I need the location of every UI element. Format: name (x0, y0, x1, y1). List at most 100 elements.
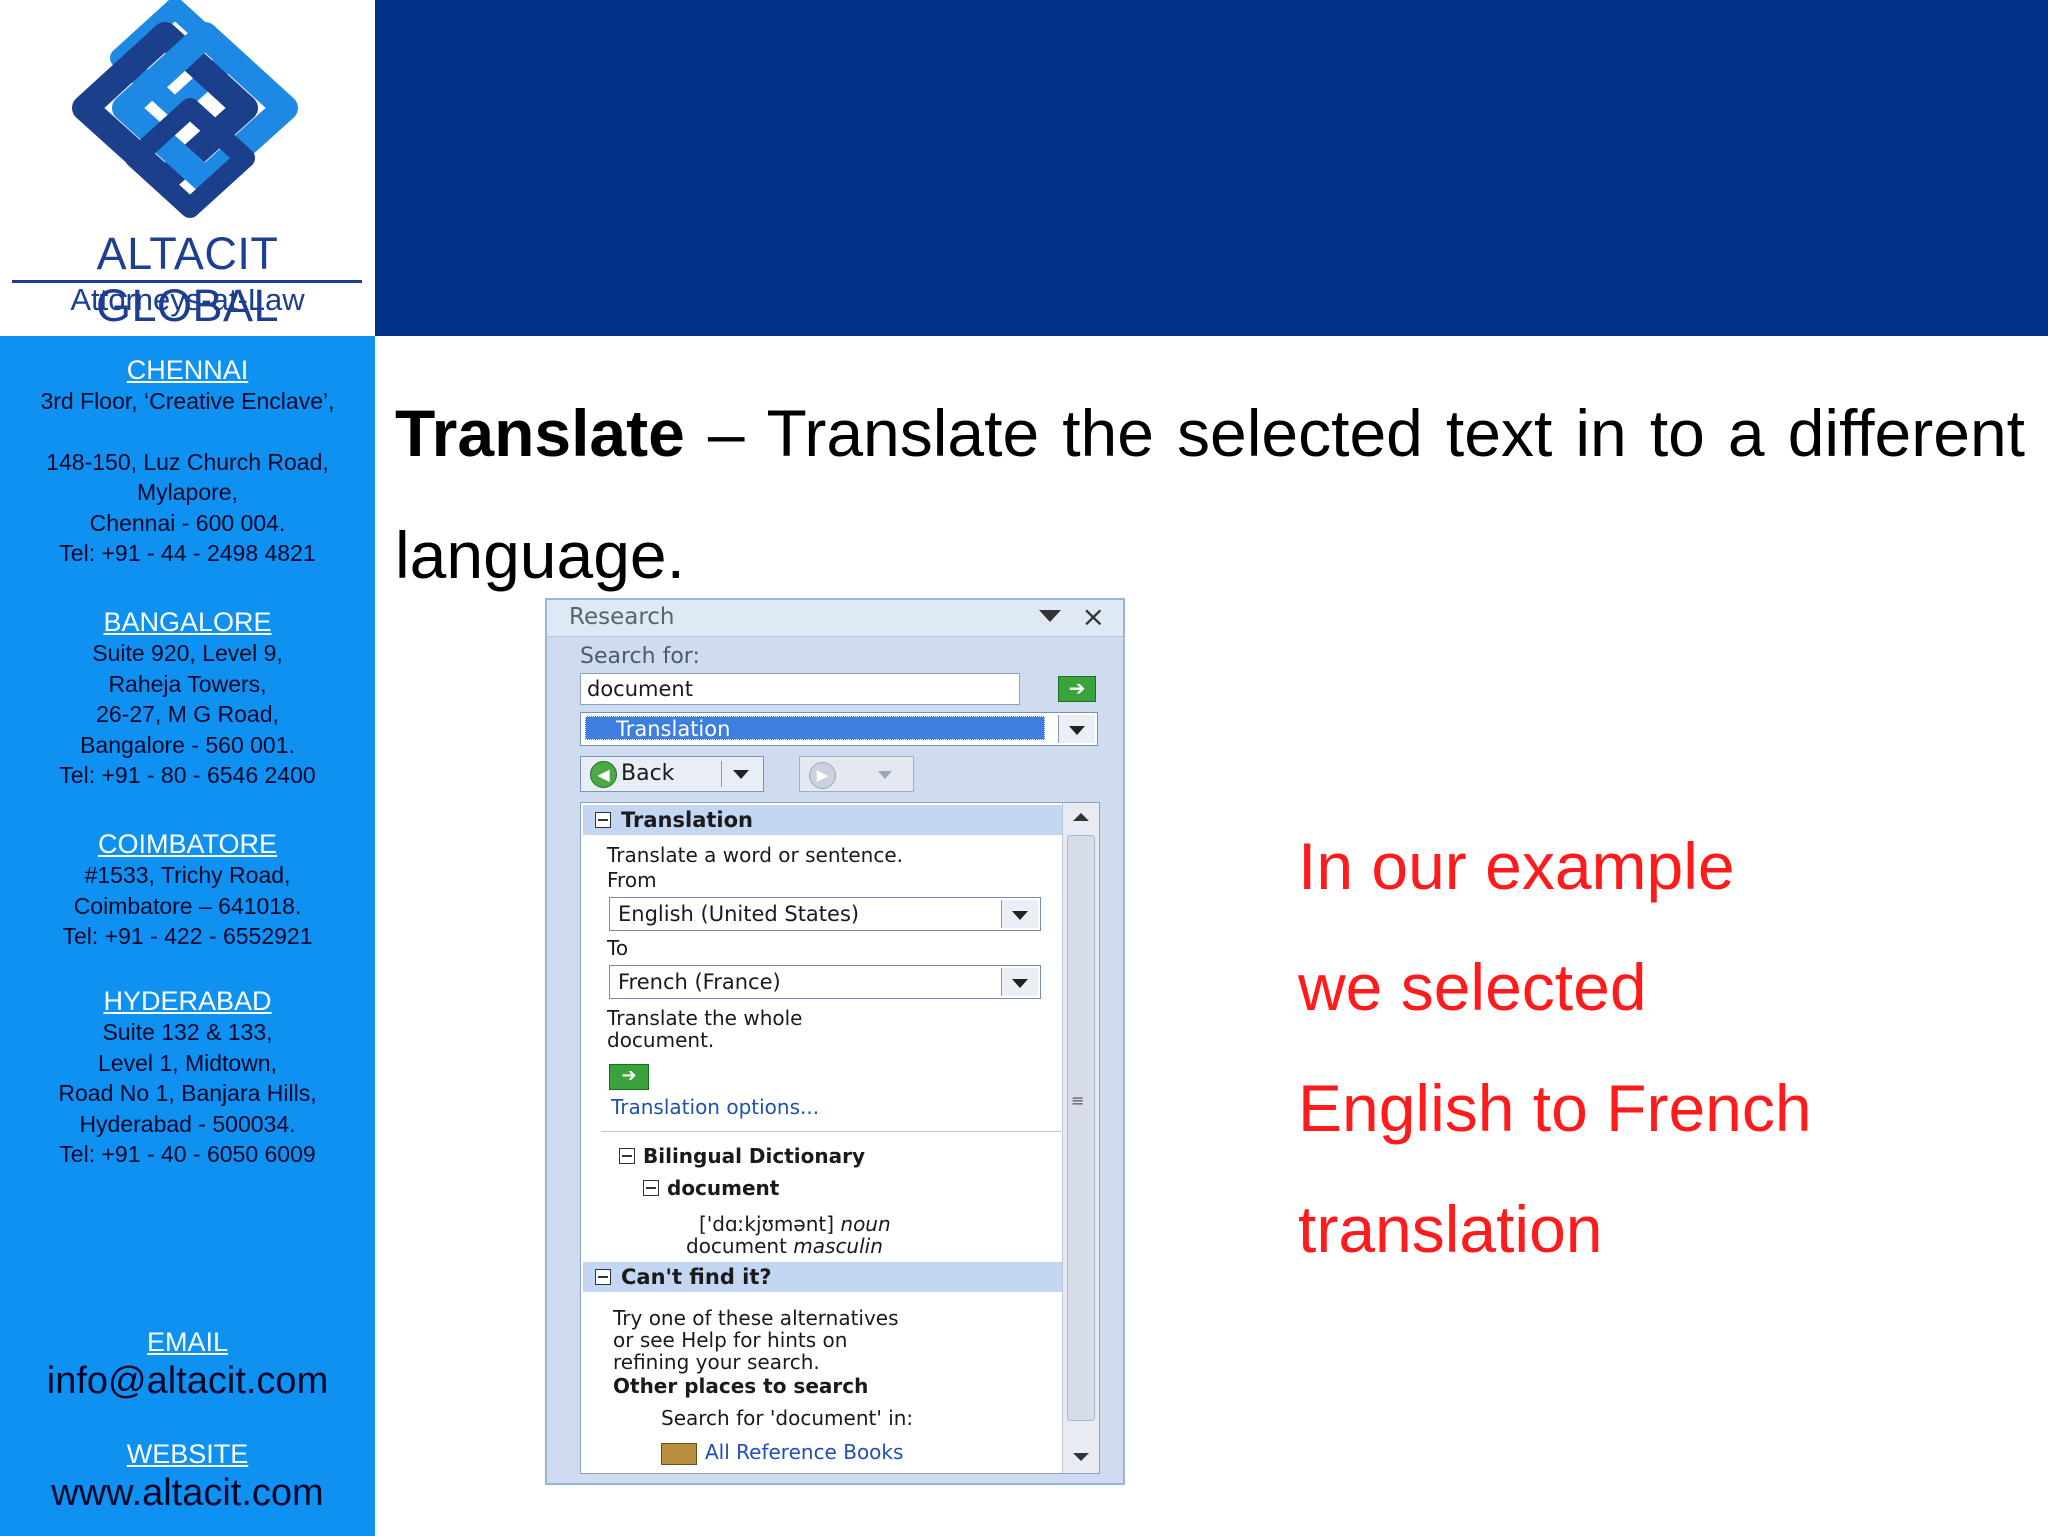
search-for-label: Search for: (580, 644, 700, 669)
brand-tagline: Attorneys-at-Law (70, 282, 305, 317)
collapse-icon[interactable] (619, 1148, 635, 1164)
office-line: 26-27, M G Road, (96, 701, 279, 727)
dictionary-word: document (667, 1176, 780, 1200)
email-label[interactable]: EMAIL (0, 1326, 375, 1358)
office-bangalore: BANGALORE Suite 920, Level 9, Raheja Tow… (0, 606, 375, 791)
office-line: Tel: +91 - 44 - 2498 4821 (59, 540, 316, 566)
office-line: Coimbatore – 641018. (73, 892, 302, 919)
website-url[interactable]: www.altacit.com (0, 1470, 375, 1516)
office-title[interactable]: COIMBATORE (0, 828, 375, 860)
dictionary-word-header[interactable]: document (643, 1177, 779, 1199)
bilingual-dictionary-title: Bilingual Dictionary (643, 1144, 866, 1168)
part-of-speech: noun (840, 1212, 891, 1236)
from-language-value: English (United States) (618, 902, 860, 926)
forward-button[interactable]: ▶ (799, 756, 914, 792)
chevron-down-icon[interactable] (1058, 715, 1095, 743)
website-label[interactable]: WEBSITE (0, 1438, 375, 1470)
scroll-thumb[interactable] (1067, 835, 1095, 1421)
to-language-value: French (France) (618, 970, 781, 994)
whole-doc-text: Translate the whole (607, 1006, 803, 1030)
to-language-select[interactable]: French (France) (609, 965, 1041, 999)
top-banner (375, 0, 2048, 336)
office-line (0, 417, 375, 447)
back-history-chevron-icon[interactable] (733, 770, 749, 779)
whole-doc-text: document. (607, 1028, 715, 1052)
office-title[interactable]: HYDERABAD (0, 985, 375, 1017)
bilingual-dictionary-header[interactable]: Bilingual Dictionary (619, 1145, 865, 1167)
pane-menu-chevron-icon[interactable] (1039, 610, 1061, 622)
service-select[interactable]: Translation (580, 712, 1098, 746)
example-line: English to French (1298, 1071, 1812, 1145)
dictionary-pronunciation-line: ['dɑːkjʊmənt] noun (699, 1213, 891, 1235)
collapse-icon[interactable] (595, 1269, 611, 1285)
forward-history-chevron-icon[interactable] (878, 771, 892, 779)
dictionary-translation-line: document masculin (686, 1235, 883, 1257)
office-line: Bangalore - 560 001. (80, 731, 295, 758)
translated-word: document (686, 1234, 787, 1258)
gender: masculin (793, 1234, 883, 1258)
email-address[interactable]: info@altacit.com (0, 1358, 375, 1404)
translation-section-header[interactable]: Translation (583, 805, 1065, 835)
collapse-icon[interactable] (595, 812, 611, 828)
close-icon[interactable]: × (1082, 600, 1105, 633)
office-line: Chennai - 600 004. (89, 509, 286, 536)
service-selected-value: Translation (585, 716, 1045, 741)
example-line: In our example (1298, 829, 1735, 903)
back-button[interactable]: ◀ Back (580, 756, 764, 792)
office-line: Raheja Towers, (108, 670, 267, 697)
research-pane-title: Research (569, 604, 675, 630)
office-title[interactable]: CHENNAI (0, 354, 375, 386)
from-label: From (607, 868, 657, 892)
start-search-arrow-icon[interactable]: ➔ (1058, 676, 1096, 702)
office-line: Road No 1, Banjara Hills, (58, 1080, 317, 1106)
office-line: #1533, Trichy Road, (84, 862, 291, 888)
office-line: Level 1, Midtown, (98, 1049, 277, 1076)
logo-area: ALTACIT GLOBAL Attorneys-at-Law (0, 0, 375, 336)
alternatives-text: Try one of these alternatives (613, 1306, 899, 1330)
translation-description: Translate a word or sentence. (607, 843, 903, 867)
office-line: 148-150, Luz Church Road, (46, 448, 329, 475)
office-line: Tel: +91 - 80 - 6546 2400 (59, 762, 316, 788)
example-line: we selected (1298, 950, 1647, 1024)
office-coimbatore: COIMBATORE #1533, Trichy Road, Coimbator… (0, 828, 375, 952)
scroll-up-icon[interactable] (1073, 813, 1089, 821)
scroll-down-icon[interactable] (1073, 1453, 1089, 1461)
all-reference-books-link[interactable]: All Reference Books (661, 1441, 903, 1465)
sidebar: CHENNAI 3rd Floor, ‘Creative Enclave’, 1… (0, 336, 375, 1536)
back-separator (721, 761, 722, 787)
translate-document-arrow-icon[interactable]: ➔ (609, 1064, 649, 1090)
cant-find-section-header[interactable]: Can't find it? (583, 1262, 1065, 1292)
research-pane-titlebar: Research × (547, 600, 1123, 637)
example-line: translation (1298, 1192, 1603, 1266)
office-hyderabad: HYDERABAD Suite 132 & 133, Level 1, Midt… (0, 985, 375, 1170)
translation-options-link[interactable]: Translation options... (611, 1095, 819, 1119)
slide-heading: Translate – Translate the selected text … (395, 372, 2025, 616)
all-reference-books-label: All Reference Books (705, 1440, 904, 1464)
results-scrollbar[interactable]: ≡ (1062, 803, 1099, 1473)
back-arrow-icon: ◀ (590, 761, 617, 788)
heading-keyword: Translate (395, 396, 685, 470)
translation-section-title: Translation (621, 808, 753, 832)
office-line: Suite 132 & 133, (102, 1019, 273, 1045)
alternatives-text: or see Help for hints on (613, 1328, 848, 1352)
office-line: Mylapore, (137, 479, 238, 505)
back-label: Back (621, 761, 675, 786)
office-line: 3rd Floor, ‘Creative Enclave’, (40, 388, 335, 414)
office-line: Tel: +91 - 40 - 6050 6009 (59, 1141, 316, 1167)
chevron-down-icon[interactable] (1001, 968, 1038, 996)
forward-arrow-icon: ▶ (809, 762, 836, 789)
other-places-heading: Other places to search (613, 1374, 869, 1398)
example-callout: In our example we selected English to Fr… (1298, 806, 1812, 1290)
to-label: To (607, 936, 629, 960)
chevron-down-icon[interactable] (1001, 900, 1038, 928)
office-line: Tel: +91 - 422 - 6552921 (62, 923, 313, 949)
office-chennai: CHENNAI 3rd Floor, ‘Creative Enclave’, 1… (0, 354, 375, 569)
collapse-icon[interactable] (643, 1180, 659, 1196)
from-language-select[interactable]: English (United States) (609, 897, 1041, 931)
pronunciation: ['dɑːkjʊmənt] (699, 1212, 835, 1236)
contact-website: WEBSITE www.altacit.com (0, 1438, 375, 1516)
search-input[interactable]: document (580, 673, 1020, 705)
cant-find-title: Can't find it? (621, 1265, 772, 1289)
section-divider (601, 1131, 1061, 1132)
office-title[interactable]: BANGALORE (0, 606, 375, 638)
